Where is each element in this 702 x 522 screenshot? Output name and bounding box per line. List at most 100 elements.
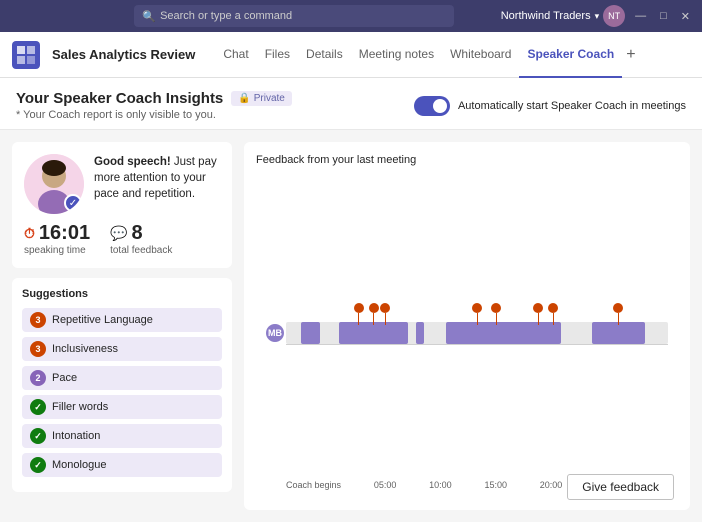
lock-icon: 🔒	[238, 93, 250, 104]
x-label-0: Coach begins	[286, 480, 341, 490]
nav-tabs: Chat Files Details Meeting notes Whitebo…	[215, 32, 639, 78]
suggestion-label-pace: Pace	[52, 372, 77, 384]
suggestions-title: Suggestions	[22, 288, 222, 300]
suggestions-section: Suggestions 3 Repetitive Language 3 Incl…	[12, 278, 232, 492]
feedback-marker-7	[613, 303, 623, 325]
suggestion-item-intonation[interactable]: ✓ Intonation	[22, 424, 222, 448]
x-label-3: 15:00	[484, 480, 507, 490]
suggestion-item-pace[interactable]: 2 Pace	[22, 366, 222, 390]
add-tab-button[interactable]: +	[622, 46, 639, 64]
coach-message: Good speech! Just pay more attention to …	[94, 154, 220, 202]
coach-card: ✓ Good speech! Just pay more attention t…	[12, 142, 232, 268]
suggestion-badge-filler: ✓	[30, 399, 46, 415]
suggestion-label-intonation: Intonation	[52, 430, 100, 442]
minimize-button[interactable]: —	[631, 8, 650, 24]
insights-subtitle: * Your Coach report is only visible to y…	[16, 109, 292, 121]
user-name: Northwind Traders	[501, 10, 591, 22]
feedback-marker-5	[533, 303, 543, 325]
marker-dot	[548, 303, 558, 313]
message-icon: 💬	[110, 225, 127, 242]
suggestion-badge-pace: 2	[30, 370, 46, 386]
speaking-time-stat: ⏱ 16:01 speaking time	[24, 222, 90, 256]
feedback-marker-0	[354, 303, 364, 325]
give-feedback-button[interactable]: Give feedback	[567, 474, 674, 500]
chart-divider	[286, 344, 668, 345]
marker-line	[477, 313, 478, 325]
marker-line	[496, 313, 497, 325]
feedback-count-value: 💬 8	[110, 222, 143, 245]
marker-dot	[354, 303, 364, 313]
timeline-segment-1	[339, 322, 408, 344]
insights-title-area: Your Speaker Coach Insights 🔒 Private * …	[16, 90, 292, 121]
app-header: Sales Analytics Review Chat Files Detail…	[0, 32, 702, 78]
marker-dot	[491, 303, 501, 313]
marker-dot	[533, 303, 543, 313]
insights-header: Your Speaker Coach Insights 🔒 Private * …	[0, 78, 702, 130]
insights-title-row: Your Speaker Coach Insights 🔒 Private	[16, 90, 292, 107]
coach-message-bold: Good speech!	[94, 156, 171, 168]
suggestion-badge-monologue: ✓	[30, 457, 46, 473]
x-label-1: 05:00	[374, 480, 397, 490]
marker-dot	[613, 303, 623, 313]
user-menu[interactable]: Northwind Traders ▾ NT	[501, 5, 625, 27]
private-label: Private	[254, 93, 285, 104]
timeline-segment-0	[301, 322, 320, 344]
marker-line	[553, 313, 554, 325]
search-bar[interactable]: 🔍 Search or type a command	[134, 5, 454, 27]
suggestion-label-repetitive: Repetitive Language	[52, 314, 153, 326]
feedback-btn-container: Give feedback	[567, 474, 674, 500]
coach-avatar: ✓	[24, 154, 84, 214]
marker-dot	[369, 303, 379, 313]
suggestion-label-filler: Filler words	[52, 401, 108, 413]
suggestion-item-repetitive[interactable]: 3 Repetitive Language	[22, 308, 222, 332]
feedback-marker-2	[380, 303, 390, 325]
toggle-switch[interactable]	[414, 96, 450, 116]
suggestion-badge-repetitive: 3	[30, 312, 46, 328]
close-button[interactable]: ✕	[677, 8, 694, 25]
feedback-marker-6	[548, 303, 558, 325]
suggestion-item-monologue[interactable]: ✓ Monologue	[22, 453, 222, 477]
timeline-segment-4	[592, 322, 645, 344]
feedback-marker-1	[369, 303, 379, 325]
tab-whiteboard[interactable]: Whiteboard	[442, 32, 519, 78]
marker-dot	[380, 303, 390, 313]
titlebar-right: Northwind Traders ▾ NT — □ ✕	[501, 5, 694, 27]
maximize-button[interactable]: □	[656, 8, 671, 24]
tab-files[interactable]: Files	[257, 32, 298, 78]
check-icon: ✓	[64, 194, 82, 212]
marker-line	[538, 313, 539, 325]
suggestion-badge-inclusiveness: 3	[30, 341, 46, 357]
private-badge: 🔒 Private	[231, 91, 292, 106]
marker-line	[373, 313, 374, 325]
feedback-marker-4	[491, 303, 501, 325]
coach-card-top: ✓ Good speech! Just pay more attention t…	[24, 154, 220, 214]
suggestion-badge-intonation: ✓	[30, 428, 46, 444]
tab-speaker-coach[interactable]: Speaker Coach	[519, 32, 622, 78]
suggestion-item-inclusiveness[interactable]: 3 Inclusiveness	[22, 337, 222, 361]
app-title: Sales Analytics Review	[52, 47, 195, 62]
suggestion-label-monologue: Monologue	[52, 459, 106, 471]
chart-inner: MB	[256, 176, 678, 490]
main-content: ✓ Good speech! Just pay more attention t…	[0, 130, 702, 522]
chevron-down-icon: ▾	[595, 11, 600, 22]
suggestion-label-inclusiveness: Inclusiveness	[52, 343, 118, 355]
tab-chat[interactable]: Chat	[215, 32, 256, 78]
chart-panel: Feedback from your last meeting MB	[244, 142, 690, 510]
titlebar: 🔍 Search or type a command Northwind Tra…	[0, 0, 702, 32]
speaking-time-label: speaking time	[24, 245, 86, 256]
tab-details[interactable]: Details	[298, 32, 351, 78]
timeline-track	[286, 322, 668, 344]
search-icon: 🔍	[142, 10, 156, 23]
timeline-segment-2	[416, 322, 424, 344]
marker-line	[618, 313, 619, 325]
app-logo	[12, 41, 40, 69]
speaking-time-value: ⏱ 16:01	[24, 222, 90, 245]
tab-meeting-notes[interactable]: Meeting notes	[351, 32, 442, 78]
x-label-4: 20:00	[540, 480, 563, 490]
auto-start-toggle[interactable]: Automatically start Speaker Coach in mee…	[414, 96, 686, 116]
suggestion-item-filler[interactable]: ✓ Filler words	[22, 395, 222, 419]
x-label-2: 10:00	[429, 480, 452, 490]
marker-line	[358, 313, 359, 325]
feedback-count-label: total feedback	[110, 245, 172, 256]
marker-dot	[472, 303, 482, 313]
